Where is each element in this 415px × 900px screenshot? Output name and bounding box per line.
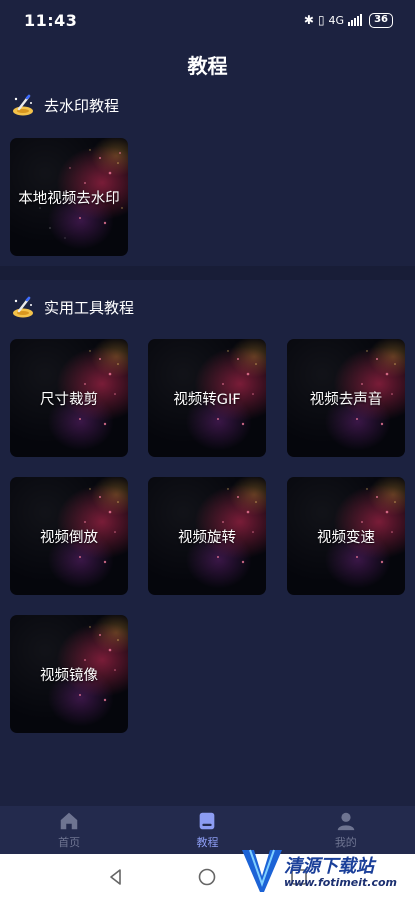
battery-indicator: 36 (369, 12, 393, 28)
card-label: 视频变速 (317, 529, 375, 546)
card-label: 尺寸裁剪 (40, 391, 98, 408)
status-bar: 11:43 ✱ ▯ 4G 36 (0, 0, 415, 40)
magic-wand-icon (13, 94, 33, 116)
tutorial-card-remove-audio[interactable]: 视频去声音 (287, 339, 405, 457)
tutorial-card-reverse[interactable]: 视频倒放 (10, 477, 128, 595)
status-time: 11:43 (24, 10, 78, 30)
nav-label: 首页 (58, 836, 81, 849)
card-label: 视频转GIF (173, 391, 241, 408)
home-button-icon[interactable] (196, 866, 218, 888)
network-type: 4G (328, 13, 345, 27)
back-icon[interactable] (105, 866, 127, 888)
nav-item-home[interactable]: 首页 (0, 806, 138, 854)
tutorial-card-local-watermark[interactable]: 本地视频去水印 (10, 138, 128, 256)
nav-label: 教程 (196, 836, 219, 849)
card-label: 视频倒放 (40, 529, 98, 546)
status-icons: ✱ ▯ 4G 36 (303, 12, 393, 28)
home-icon (60, 812, 78, 830)
watermark-title: 清源下载站 (284, 856, 374, 877)
magic-wand-icon (13, 296, 33, 318)
tutorial-card-gif[interactable]: 视频转GIF (148, 339, 266, 457)
section-divider (0, 266, 415, 280)
tutorial-card-rotate[interactable]: 视频旋转 (148, 477, 266, 595)
bluetooth-icon: ✱ (303, 13, 314, 27)
tutorial-card-mirror[interactable]: 视频镜像 (10, 615, 128, 733)
user-icon (337, 812, 355, 831)
tutorial-card-speed[interactable]: 视频变速 (287, 477, 405, 595)
watermark-logo-icon (242, 849, 282, 892)
signal-icon (348, 14, 363, 26)
card-label: 本地视频去水印 (18, 190, 120, 207)
tutorial-card-crop[interactable]: 尺寸裁剪 (10, 339, 128, 457)
watermark-url: www.fotimeit.com (284, 876, 398, 889)
section-title: 去水印教程 (44, 96, 120, 115)
card-label: 视频镜像 (40, 667, 98, 684)
section-title: 实用工具教程 (44, 298, 135, 317)
section-header-tools: 实用工具教程 (10, 294, 134, 320)
vibrate-icon: ▯ (317, 13, 325, 27)
page-title: 教程 (187, 54, 228, 78)
book-icon (200, 812, 215, 830)
site-watermark: 清源下载站 www.fotimeit.com (240, 846, 415, 896)
card-label: 视频旋转 (178, 529, 236, 546)
section-header-watermark: 去水印教程 (10, 92, 119, 118)
card-label: 视频去声音 (309, 391, 383, 408)
